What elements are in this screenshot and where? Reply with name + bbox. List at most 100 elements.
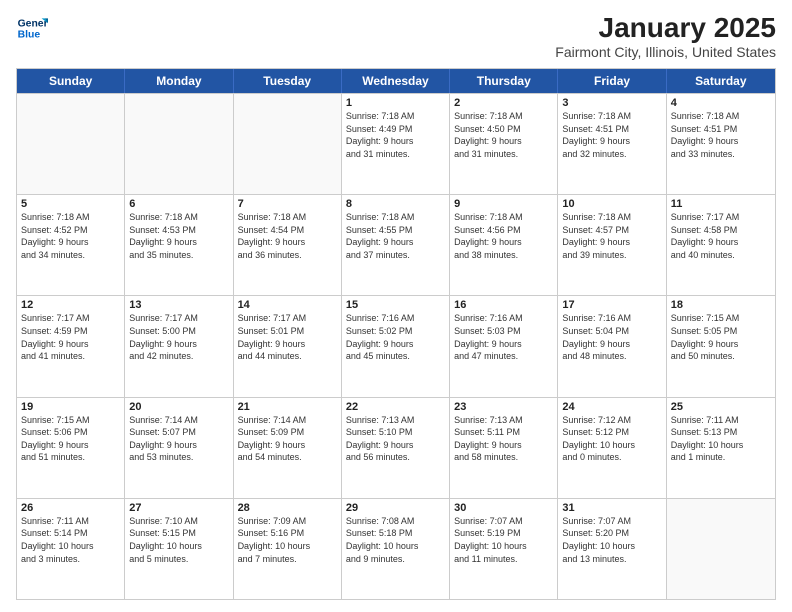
day-number: 22 [346, 401, 445, 413]
day-info: Sunrise: 7:13 AM Sunset: 5:11 PM Dayligh… [454, 414, 553, 464]
page: General Blue January 2025 Fairmont City,… [0, 0, 792, 612]
day-info: Sunrise: 7:16 AM Sunset: 5:02 PM Dayligh… [346, 312, 445, 362]
day-info: Sunrise: 7:14 AM Sunset: 5:09 PM Dayligh… [238, 414, 337, 464]
calendar-cell: 15Sunrise: 7:16 AM Sunset: 5:02 PM Dayli… [342, 296, 450, 396]
day-number: 4 [671, 97, 771, 109]
calendar-cell: 17Sunrise: 7:16 AM Sunset: 5:04 PM Dayli… [558, 296, 666, 396]
calendar-cell: 20Sunrise: 7:14 AM Sunset: 5:07 PM Dayli… [125, 398, 233, 498]
calendar-cell: 24Sunrise: 7:12 AM Sunset: 5:12 PM Dayli… [558, 398, 666, 498]
day-number: 29 [346, 502, 445, 514]
calendar-cell: 10Sunrise: 7:18 AM Sunset: 4:57 PM Dayli… [558, 195, 666, 295]
calendar-cell: 9Sunrise: 7:18 AM Sunset: 4:56 PM Daylig… [450, 195, 558, 295]
day-info: Sunrise: 7:11 AM Sunset: 5:13 PM Dayligh… [671, 414, 771, 464]
day-of-week-header: Thursday [450, 69, 558, 93]
day-info: Sunrise: 7:09 AM Sunset: 5:16 PM Dayligh… [238, 515, 337, 565]
calendar-cell: 21Sunrise: 7:14 AM Sunset: 5:09 PM Dayli… [234, 398, 342, 498]
day-number: 7 [238, 198, 337, 210]
calendar-body: 1Sunrise: 7:18 AM Sunset: 4:49 PM Daylig… [17, 93, 775, 599]
day-info: Sunrise: 7:15 AM Sunset: 5:06 PM Dayligh… [21, 414, 120, 464]
day-number: 13 [129, 299, 228, 311]
day-info: Sunrise: 7:18 AM Sunset: 4:50 PM Dayligh… [454, 110, 553, 160]
day-of-week-header: Wednesday [342, 69, 450, 93]
day-info: Sunrise: 7:08 AM Sunset: 5:18 PM Dayligh… [346, 515, 445, 565]
day-number: 2 [454, 97, 553, 109]
day-info: Sunrise: 7:12 AM Sunset: 5:12 PM Dayligh… [562, 414, 661, 464]
day-number: 18 [671, 299, 771, 311]
day-number: 20 [129, 401, 228, 413]
calendar-cell: 18Sunrise: 7:15 AM Sunset: 5:05 PM Dayli… [667, 296, 775, 396]
calendar-cell [125, 94, 233, 194]
day-number: 15 [346, 299, 445, 311]
calendar-cell: 26Sunrise: 7:11 AM Sunset: 5:14 PM Dayli… [17, 499, 125, 599]
day-number: 23 [454, 401, 553, 413]
day-number: 31 [562, 502, 661, 514]
day-number: 30 [454, 502, 553, 514]
day-info: Sunrise: 7:18 AM Sunset: 4:57 PM Dayligh… [562, 211, 661, 261]
calendar-cell: 1Sunrise: 7:18 AM Sunset: 4:49 PM Daylig… [342, 94, 450, 194]
calendar-cell [667, 499, 775, 599]
calendar-cell: 2Sunrise: 7:18 AM Sunset: 4:50 PM Daylig… [450, 94, 558, 194]
calendar-cell: 23Sunrise: 7:13 AM Sunset: 5:11 PM Dayli… [450, 398, 558, 498]
day-info: Sunrise: 7:18 AM Sunset: 4:51 PM Dayligh… [562, 110, 661, 160]
day-info: Sunrise: 7:18 AM Sunset: 4:53 PM Dayligh… [129, 211, 228, 261]
calendar-cell: 25Sunrise: 7:11 AM Sunset: 5:13 PM Dayli… [667, 398, 775, 498]
calendar-cell: 30Sunrise: 7:07 AM Sunset: 5:19 PM Dayli… [450, 499, 558, 599]
day-info: Sunrise: 7:18 AM Sunset: 4:51 PM Dayligh… [671, 110, 771, 160]
day-number: 28 [238, 502, 337, 514]
calendar-week: 26Sunrise: 7:11 AM Sunset: 5:14 PM Dayli… [17, 498, 775, 599]
day-info: Sunrise: 7:10 AM Sunset: 5:15 PM Dayligh… [129, 515, 228, 565]
day-number: 10 [562, 198, 661, 210]
calendar-week: 1Sunrise: 7:18 AM Sunset: 4:49 PM Daylig… [17, 93, 775, 194]
day-number: 24 [562, 401, 661, 413]
day-number: 17 [562, 299, 661, 311]
day-number: 12 [21, 299, 120, 311]
calendar-cell: 5Sunrise: 7:18 AM Sunset: 4:52 PM Daylig… [17, 195, 125, 295]
calendar-cell: 6Sunrise: 7:18 AM Sunset: 4:53 PM Daylig… [125, 195, 233, 295]
calendar-week: 5Sunrise: 7:18 AM Sunset: 4:52 PM Daylig… [17, 194, 775, 295]
calendar-cell: 22Sunrise: 7:13 AM Sunset: 5:10 PM Dayli… [342, 398, 450, 498]
calendar-cell [17, 94, 125, 194]
header: General Blue January 2025 Fairmont City,… [16, 12, 776, 60]
day-number: 6 [129, 198, 228, 210]
day-info: Sunrise: 7:18 AM Sunset: 4:56 PM Dayligh… [454, 211, 553, 261]
calendar-cell: 27Sunrise: 7:10 AM Sunset: 5:15 PM Dayli… [125, 499, 233, 599]
calendar-cell: 11Sunrise: 7:17 AM Sunset: 4:58 PM Dayli… [667, 195, 775, 295]
day-number: 19 [21, 401, 120, 413]
day-info: Sunrise: 7:17 AM Sunset: 4:58 PM Dayligh… [671, 211, 771, 261]
title-block: January 2025 Fairmont City, Illinois, Un… [555, 12, 776, 60]
calendar-cell: 31Sunrise: 7:07 AM Sunset: 5:20 PM Dayli… [558, 499, 666, 599]
day-info: Sunrise: 7:16 AM Sunset: 5:04 PM Dayligh… [562, 312, 661, 362]
calendar-cell: 12Sunrise: 7:17 AM Sunset: 4:59 PM Dayli… [17, 296, 125, 396]
day-of-week-header: Monday [125, 69, 233, 93]
day-number: 8 [346, 198, 445, 210]
day-info: Sunrise: 7:18 AM Sunset: 4:49 PM Dayligh… [346, 110, 445, 160]
logo: General Blue [16, 12, 48, 44]
calendar-cell: 19Sunrise: 7:15 AM Sunset: 5:06 PM Dayli… [17, 398, 125, 498]
calendar-cell: 16Sunrise: 7:16 AM Sunset: 5:03 PM Dayli… [450, 296, 558, 396]
day-number: 9 [454, 198, 553, 210]
calendar-cell: 3Sunrise: 7:18 AM Sunset: 4:51 PM Daylig… [558, 94, 666, 194]
day-of-week-header: Saturday [667, 69, 775, 93]
day-info: Sunrise: 7:07 AM Sunset: 5:20 PM Dayligh… [562, 515, 661, 565]
day-of-week-header: Sunday [17, 69, 125, 93]
day-of-week-header: Friday [558, 69, 666, 93]
day-info: Sunrise: 7:17 AM Sunset: 4:59 PM Dayligh… [21, 312, 120, 362]
calendar-cell: 7Sunrise: 7:18 AM Sunset: 4:54 PM Daylig… [234, 195, 342, 295]
day-number: 3 [562, 97, 661, 109]
calendar-cell: 8Sunrise: 7:18 AM Sunset: 4:55 PM Daylig… [342, 195, 450, 295]
logo-icon: General Blue [16, 12, 48, 44]
day-info: Sunrise: 7:14 AM Sunset: 5:07 PM Dayligh… [129, 414, 228, 464]
calendar-week: 12Sunrise: 7:17 AM Sunset: 4:59 PM Dayli… [17, 295, 775, 396]
day-info: Sunrise: 7:17 AM Sunset: 5:00 PM Dayligh… [129, 312, 228, 362]
day-number: 16 [454, 299, 553, 311]
calendar-cell: 29Sunrise: 7:08 AM Sunset: 5:18 PM Dayli… [342, 499, 450, 599]
day-number: 27 [129, 502, 228, 514]
calendar-header: SundayMondayTuesdayWednesdayThursdayFrid… [17, 69, 775, 93]
calendar-week: 19Sunrise: 7:15 AM Sunset: 5:06 PM Dayli… [17, 397, 775, 498]
calendar-cell: 4Sunrise: 7:18 AM Sunset: 4:51 PM Daylig… [667, 94, 775, 194]
day-info: Sunrise: 7:13 AM Sunset: 5:10 PM Dayligh… [346, 414, 445, 464]
day-number: 5 [21, 198, 120, 210]
day-number: 14 [238, 299, 337, 311]
day-number: 11 [671, 198, 771, 210]
calendar-cell: 13Sunrise: 7:17 AM Sunset: 5:00 PM Dayli… [125, 296, 233, 396]
